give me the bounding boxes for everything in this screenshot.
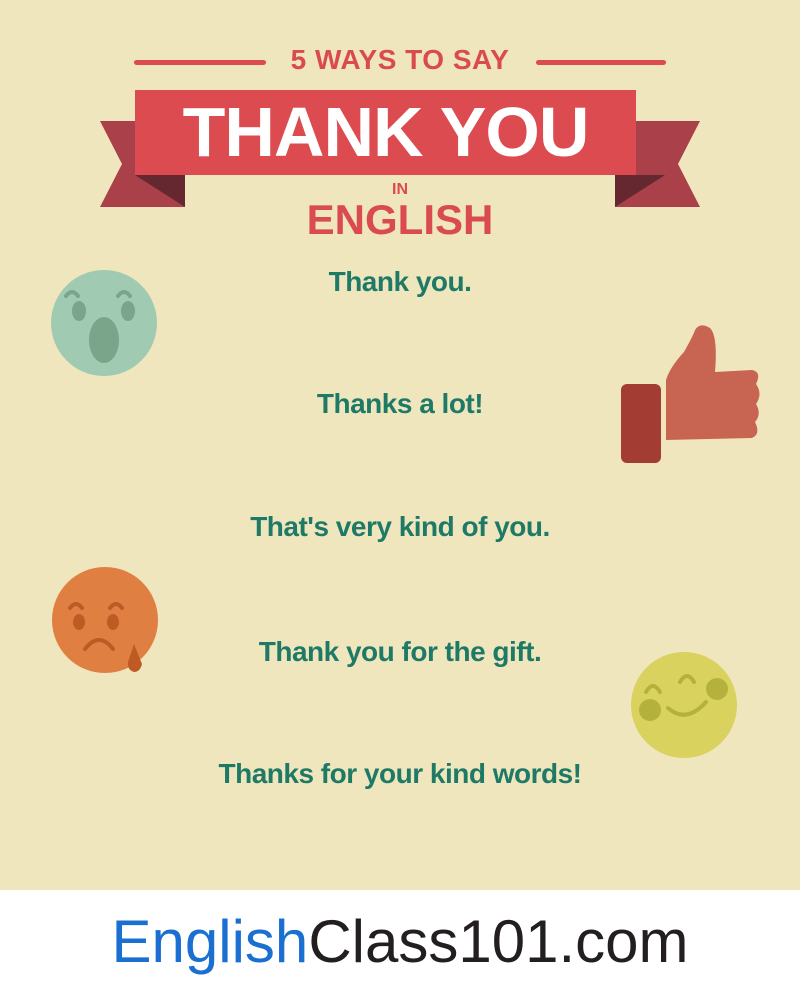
surprised-face-icon [51,270,157,376]
happy-blushing-face-icon [631,652,737,758]
phrase-3: That's very kind of you. [250,511,550,542]
page-title: THANK YOU [182,93,590,171]
footer-brand[interactable]: EnglishClass101.com [0,890,800,1000]
phrase-5: Thanks for your kind words! [218,758,582,789]
brand-name-class101: Class101.com [308,908,689,975]
language-title: ENGLISH [306,196,494,243]
sad-crying-face-icon [52,567,158,673]
brand-name-english: English [111,908,309,975]
thumbs-up-icon [621,325,760,463]
